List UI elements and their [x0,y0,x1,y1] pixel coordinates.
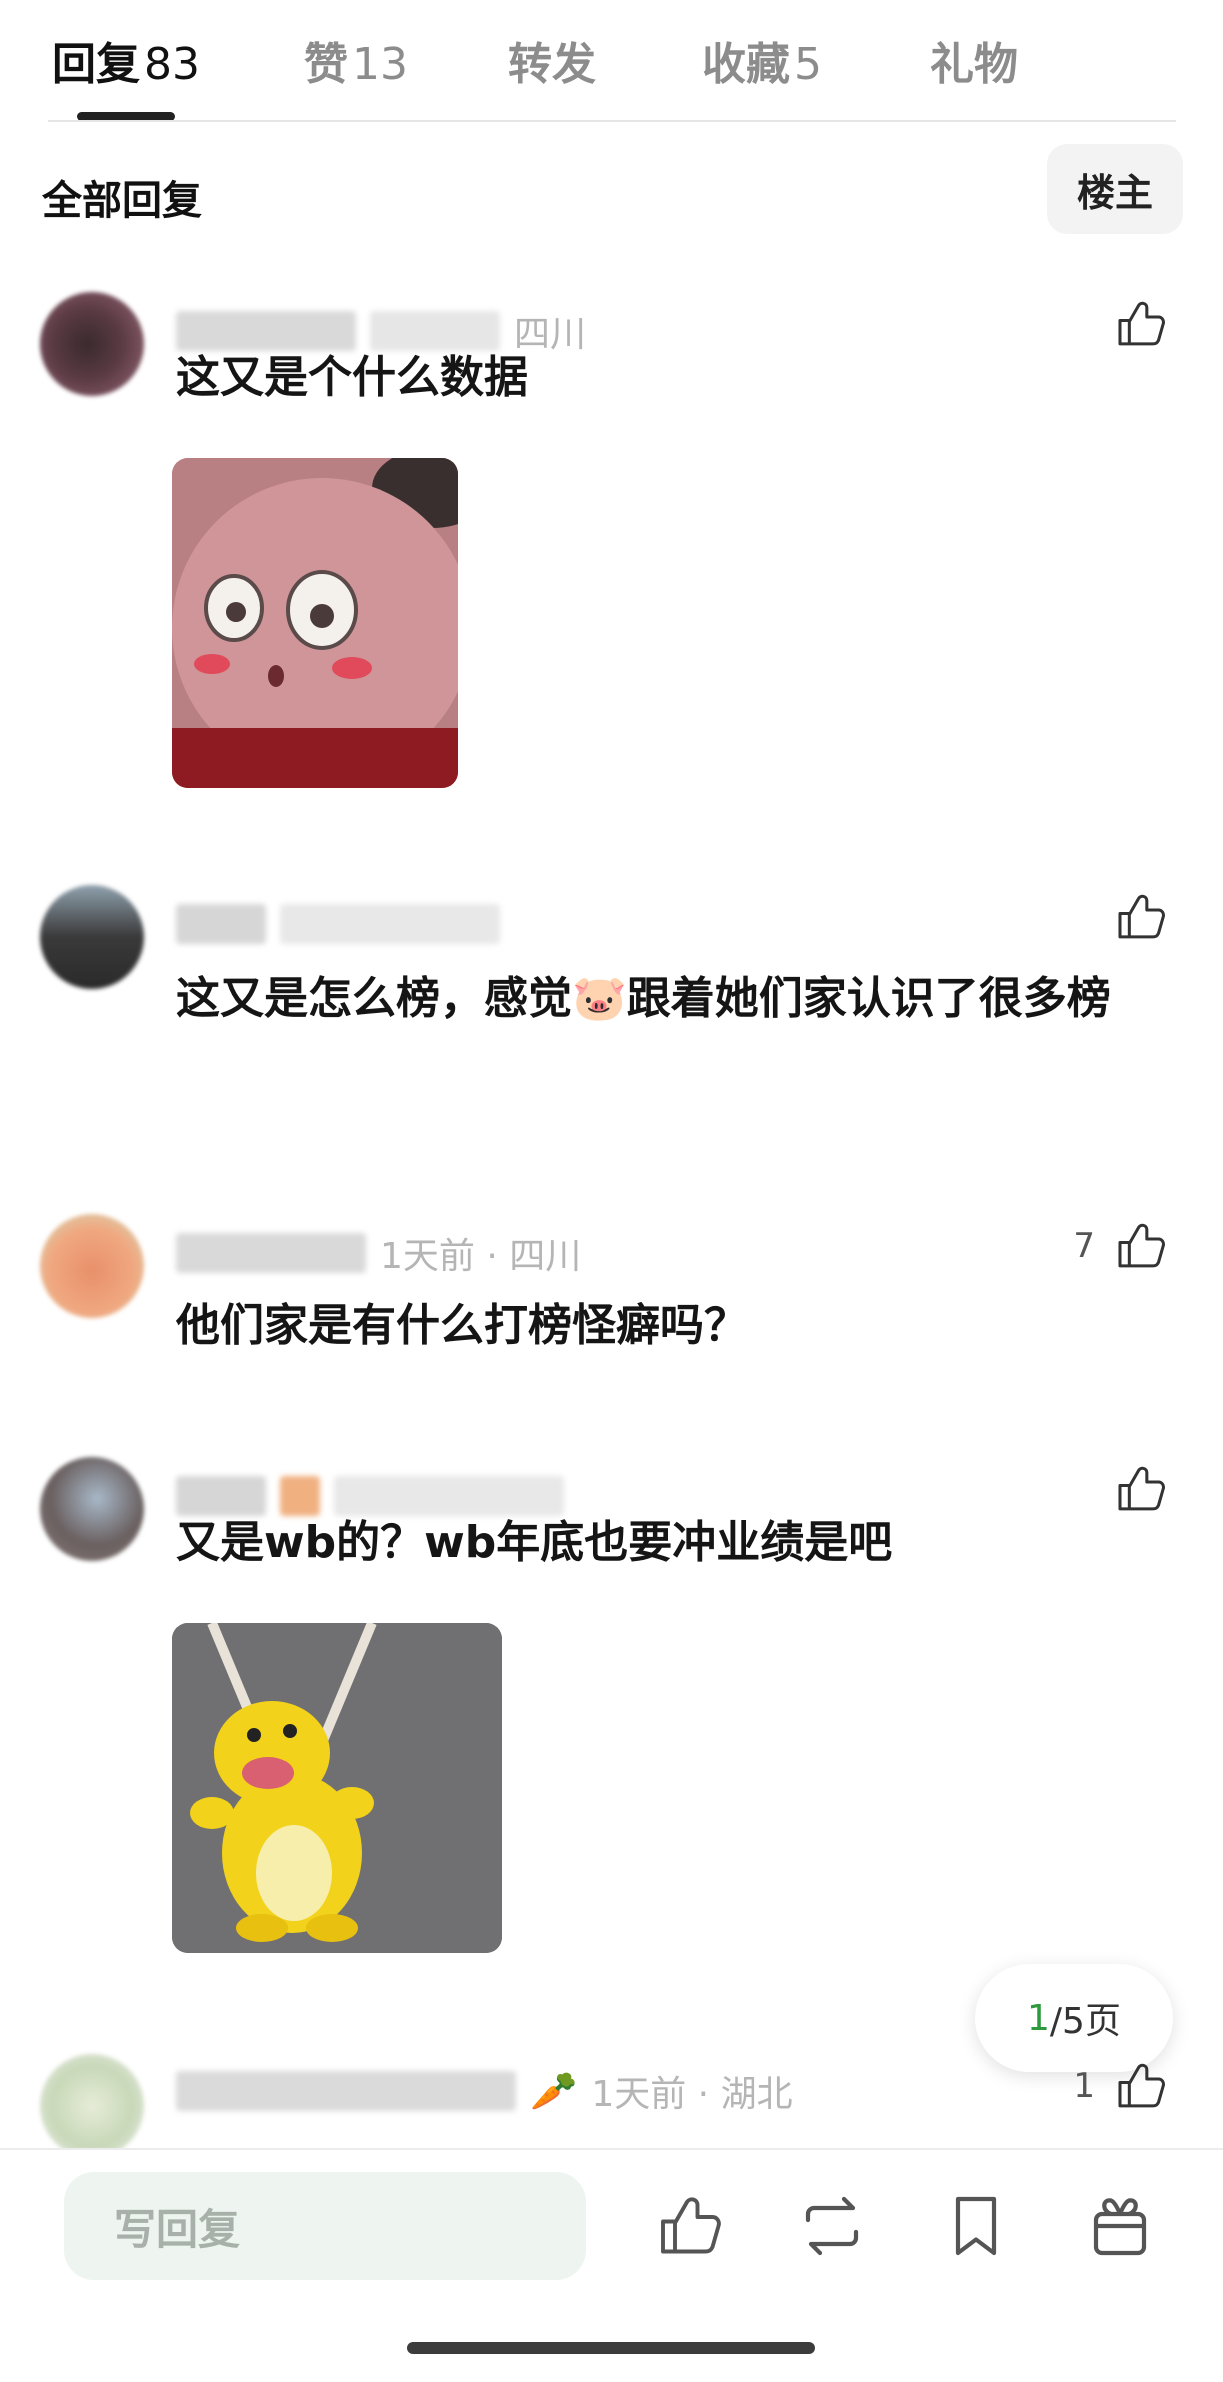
username-blurred[interactable] [176,1233,366,1273]
page-indicator[interactable]: 1/5页 [975,1964,1173,2072]
op-filter-button[interactable]: 楼主 [1047,144,1183,234]
avatar[interactable] [40,1214,144,1318]
comment-image-pink-plush[interactable] [172,458,458,788]
like-count: 7 [1073,1226,1095,1266]
gift-icon[interactable] [1084,2190,1156,2262]
like-count: 1 [1073,2066,1095,2106]
bottom-action-bar: 写回复 [0,2148,1223,2382]
tab-favorites-count: 5 [794,39,822,90]
reply-input[interactable]: 写回复 [64,2172,586,2280]
thumbs-up-icon [1118,2063,1165,2108]
tab-bar: 回复83 赞13 转发 收藏5 礼物 [0,0,1223,122]
like-button[interactable] [1113,889,1169,945]
comment-meta [176,899,500,949]
repost-icon[interactable] [796,2190,868,2262]
comment-meta: 🥕 1天前 · 湖北 [176,2066,793,2116]
page-total: /5页 [1049,2001,1121,2042]
avatar[interactable] [40,1457,144,1561]
all-replies-label: 全部回复 [42,178,202,224]
home-indicator [407,2342,815,2354]
comment-meta: 1天前 · 四川 [176,1228,581,1278]
like-button[interactable]: 7 [1073,1218,1169,1274]
comment-text: 这又是个什么数据 [176,352,528,403]
tab-likes-count: 13 [352,39,408,90]
tab-likes[interactable]: 赞13 [304,28,408,92]
tab-gifts[interactable]: 礼物 [930,28,1018,92]
thumbs-up-icon [1118,894,1165,939]
tab-favorites[interactable]: 收藏5 [702,28,822,92]
bookmark-icon[interactable] [940,2190,1012,2262]
timestamp-blurred [280,904,500,944]
tab-gifts-label: 礼物 [930,39,1018,90]
tab-replies-label: 回复 [52,39,140,90]
like-button[interactable]: 1 [1073,2058,1169,2114]
comment-time-location: 1天前 · 湖北 [591,2074,793,2115]
tabs-divider [48,120,1176,122]
carrot-badge-icon: 🥕 [530,2068,578,2113]
tab-likes-label: 赞 [304,39,348,90]
comment-text: 又是wb的？wb年底也要冲业绩是吧 [176,1517,893,1568]
tab-replies-count: 83 [144,39,200,90]
comment-image-yellow-dino[interactable] [172,1623,502,1953]
comment-text: 这又是怎么榜，感觉🐷跟着她们家认识了很多榜 [176,973,1111,1024]
pink-plush-sticker [172,458,458,788]
tab-favorites-label: 收藏 [702,39,790,90]
avatar[interactable] [40,292,144,396]
thumbs-up-icon [1118,1223,1165,1268]
page-current: 1 [1027,1997,1050,2039]
comment-text: 他们家是有什么打榜怪癖吗？ [176,1300,748,1351]
tab-reposts[interactable]: 转发 [508,28,596,92]
username-blurred[interactable] [176,2071,516,2111]
avatar[interactable] [40,2054,144,2158]
username-blurred[interactable] [176,904,266,944]
comment-time-location: 1天前 · 四川 [380,1236,582,1277]
tab-reposts-label: 转发 [508,39,596,90]
thumbs-up-icon[interactable] [654,2190,726,2262]
tab-replies[interactable]: 回复83 [52,28,200,92]
avatar[interactable] [40,885,144,989]
yellow-dino-sticker [172,1623,502,1953]
